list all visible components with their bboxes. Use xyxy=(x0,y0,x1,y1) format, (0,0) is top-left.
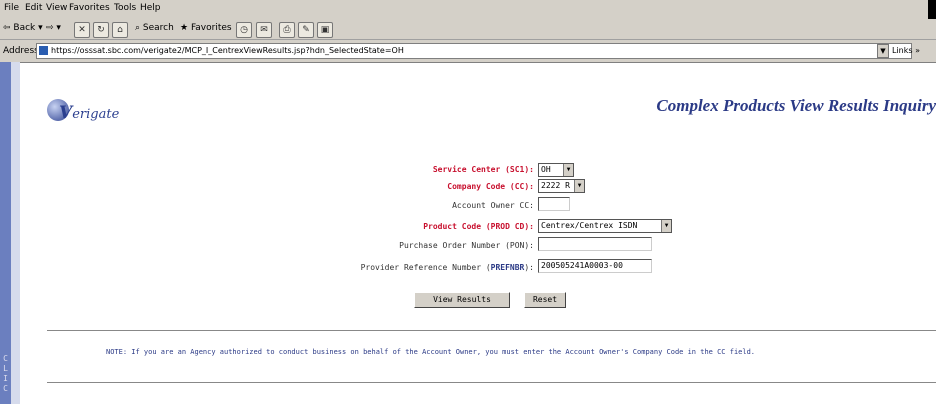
links-label: Links xyxy=(892,46,913,55)
menu-tools[interactable]: Tools xyxy=(114,3,136,13)
discuss-icon[interactable]: ▣ xyxy=(317,22,333,38)
refresh-icon[interactable]: ↻ xyxy=(93,22,109,38)
windows-logo-area xyxy=(928,0,936,19)
menu-help[interactable]: Help xyxy=(140,3,161,13)
left-sidebar-light xyxy=(11,62,20,404)
search-label: Search xyxy=(142,23,174,33)
provider-ref-input[interactable]: 200505241A0003-00 xyxy=(538,259,652,273)
product-code-label: Product Code (PROD CD): xyxy=(423,222,534,231)
product-code-value: Centrex/Centrex ISDN xyxy=(541,221,638,230)
company-code-value: 2222 R xyxy=(541,181,570,190)
account-owner-cc-input[interactable] xyxy=(538,197,570,211)
forward-button[interactable]: ⇨ ▾ xyxy=(46,23,61,33)
purchase-order-label: Purchase Order Number (PON): xyxy=(399,241,534,250)
provider-ref-label: Provider Reference Number (PREFNBR): xyxy=(300,263,534,272)
note-text: NOTE: If you are an Agency authorized to… xyxy=(106,348,756,356)
links-button[interactable]: Links » xyxy=(892,46,920,55)
divider xyxy=(47,330,936,331)
mail-icon[interactable]: ✉ xyxy=(256,22,272,38)
menu-file[interactable]: File xyxy=(4,3,19,13)
menu-edit[interactable]: Edit xyxy=(25,3,42,13)
service-center-select[interactable]: OH ▼ xyxy=(538,163,574,177)
menu-favorites[interactable]: Favorites xyxy=(69,3,110,13)
company-code-select[interactable]: 2222 R ▼ xyxy=(538,179,585,193)
sidebar-letters: C L I C xyxy=(3,354,8,393)
logo-text-rest: erigate xyxy=(72,107,120,122)
page-icon xyxy=(39,46,48,55)
stop-icon[interactable]: ✕ xyxy=(74,22,90,38)
logo-text: Verigate xyxy=(59,103,120,123)
print-icon[interactable]: ⎙ xyxy=(279,22,295,38)
edit-icon[interactable]: ✎ xyxy=(298,22,314,38)
page-title: Complex Products View Results Inquiry xyxy=(656,96,936,115)
service-center-label: Service Center (SC1): xyxy=(432,165,534,174)
favorites-button[interactable]: ★ Favorites xyxy=(180,23,232,33)
history-icon[interactable]: ◷ xyxy=(236,22,252,38)
left-sidebar: C L I C xyxy=(0,62,11,404)
divider xyxy=(47,382,936,383)
back-button[interactable]: ⇦ Back ▾ xyxy=(3,23,43,33)
account-owner-cc-label: Account Owner CC: xyxy=(452,201,534,210)
address-bar: Address https://osssat.sbc.com/verigate2… xyxy=(0,40,936,63)
favorites-label: Favorites xyxy=(190,23,232,33)
url-text: https://osssat.sbc.com/verigate2/MCP_I_C… xyxy=(51,46,404,55)
address-dropdown-icon[interactable]: ▼ xyxy=(877,44,889,58)
chevron-down-icon: ▼ xyxy=(574,180,584,192)
view-results-button[interactable]: View Results xyxy=(414,292,510,308)
chevron-down-icon: ▼ xyxy=(563,164,573,176)
reset-button[interactable]: Reset xyxy=(524,292,566,308)
back-label: Back xyxy=(13,23,36,33)
purchase-order-input[interactable] xyxy=(538,237,652,251)
service-center-value: OH xyxy=(541,165,551,174)
address-label: Address xyxy=(3,46,39,56)
provider-ref-label-pre: Provider Reference Number ( xyxy=(360,263,491,272)
provider-ref-label-post: ): xyxy=(524,263,534,272)
provider-ref-label-bold: PREFNBR xyxy=(490,263,525,272)
product-code-select[interactable]: Centrex/Centrex ISDN ▼ xyxy=(538,219,672,233)
url-input[interactable]: https://osssat.sbc.com/verigate2/MCP_I_C… xyxy=(36,43,912,59)
company-code-label: Company Code (CC): xyxy=(447,182,534,191)
menu-bar: File Edit View Favorites Tools Help xyxy=(0,0,936,20)
search-button[interactable]: ⌕ Search xyxy=(135,23,174,33)
home-icon[interactable]: ⌂ xyxy=(112,22,128,38)
menu-view[interactable]: View xyxy=(46,3,67,13)
chevron-down-icon: ▼ xyxy=(661,220,671,232)
toolbar: ⇦ Back ▾ ⇨ ▾ ✕ ↻ ⌂ ⌕ Search ★ Favorites … xyxy=(0,19,936,40)
